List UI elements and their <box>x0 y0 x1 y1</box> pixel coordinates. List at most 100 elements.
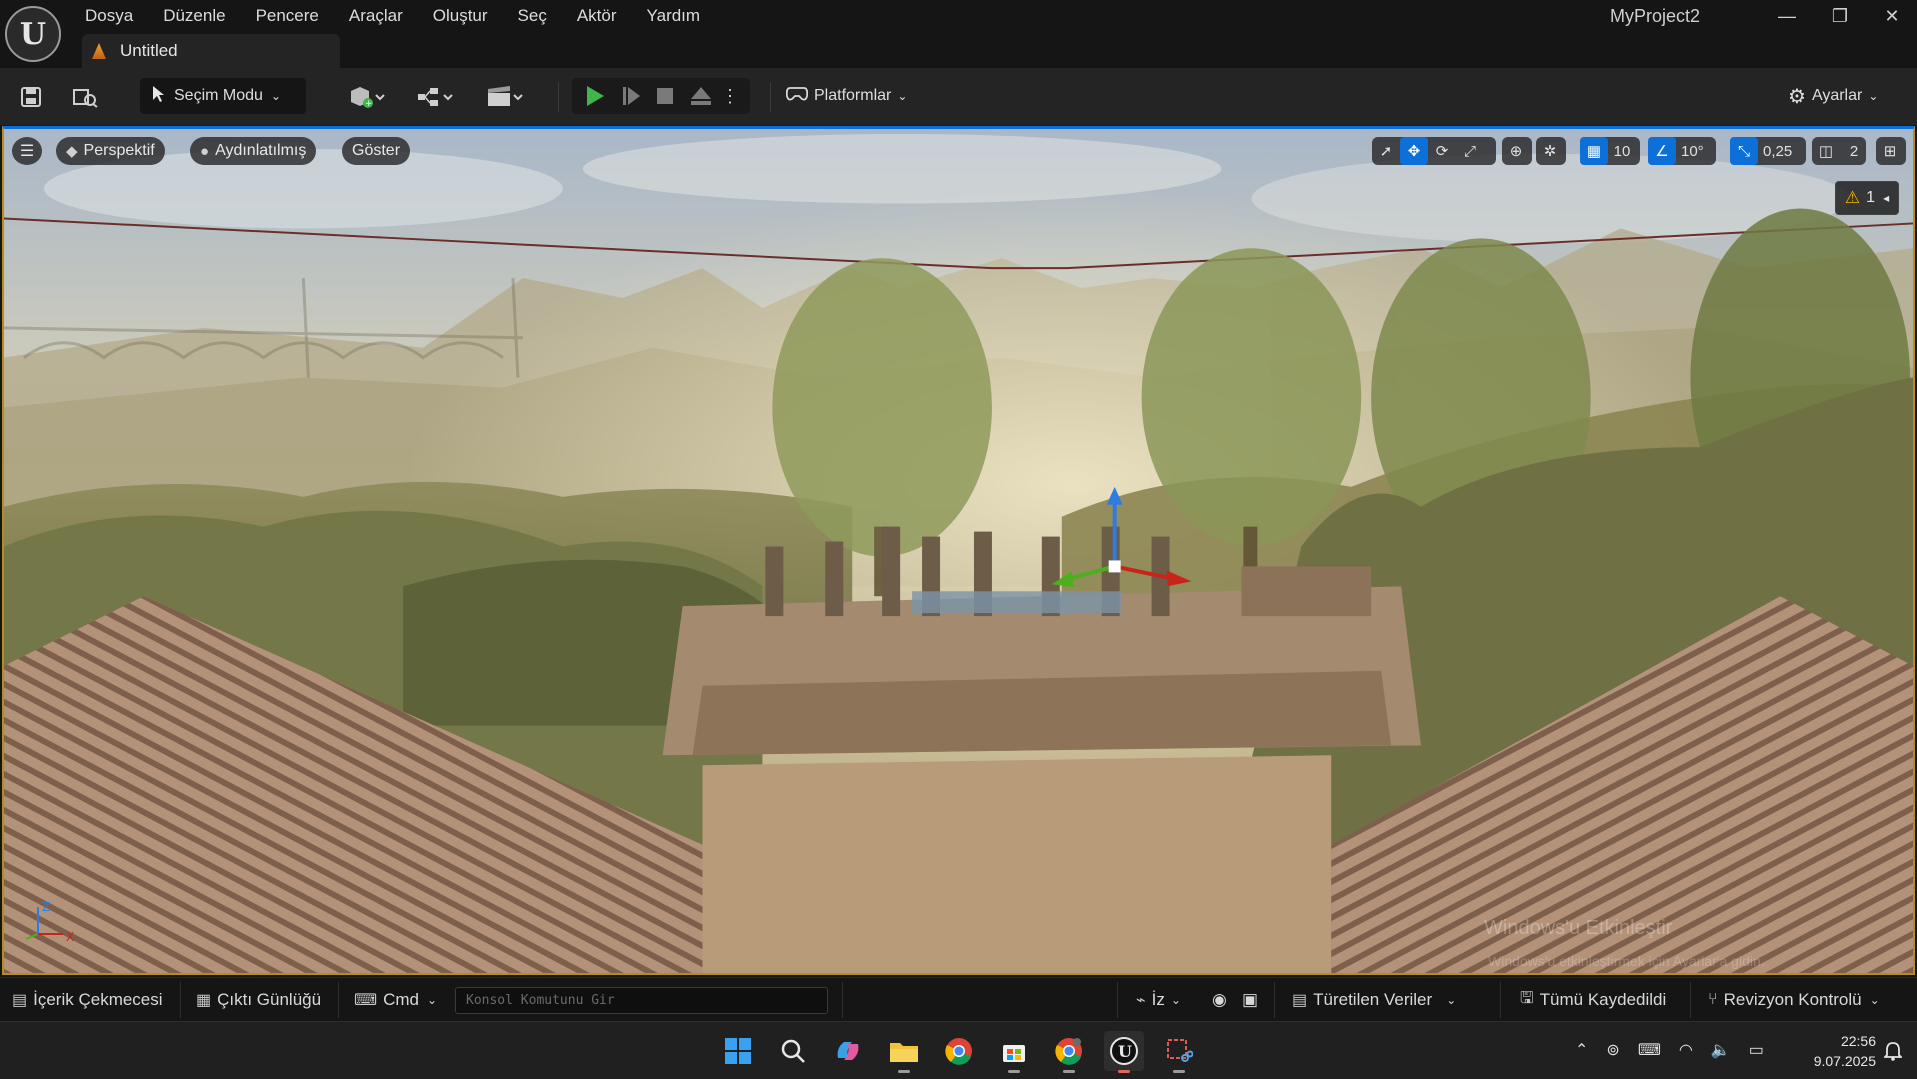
chevron-down-icon: ⌄ <box>1170 993 1181 1007</box>
microsoft-store-icon[interactable] <box>994 1031 1034 1073</box>
lit-sphere-icon: ● <box>200 142 210 160</box>
selection-mode-label: Seçim Modu <box>174 87 263 104</box>
show-button[interactable]: Göster <box>342 137 411 165</box>
level-viewport[interactable]: ☰ ◆ Perspektif ● Aydınlatılmış Göster ➚ … <box>2 126 1915 975</box>
rotate-tool-icon[interactable]: ⟳ <box>1428 137 1456 165</box>
play-icon[interactable] <box>580 81 610 111</box>
chrome-icon[interactable] <box>939 1031 979 1071</box>
chevron-down-icon: ⌄ <box>897 89 908 103</box>
scale-snap-value: 0,25 <box>1763 142 1793 160</box>
save-all-icon: 🖫 <box>1520 989 1534 1007</box>
cinematics-icon[interactable] <box>482 82 530 112</box>
title-bar: U Dosya Düzenle Pencere Araçlar Oluştur … <box>0 0 1917 68</box>
save-all-button[interactable]: 🖫 Tümü Kaydedildi <box>1520 978 1666 1022</box>
menu-item-actor[interactable]: Aktör <box>562 4 632 30</box>
derived-data-icon: ▤ <box>1292 992 1308 1009</box>
content-drawer-button[interactable]: ▤ İçerik Çekmecesi <box>12 978 163 1022</box>
settings-dropdown[interactable]: ⚙ Ayarlar ⌄ <box>1784 78 1882 114</box>
trace-dropdown[interactable]: ⌁ İz ⌄ <box>1136 978 1181 1022</box>
level-icon <box>92 43 106 59</box>
grid-icon: ▦ <box>1580 137 1608 165</box>
chevron-up-icon[interactable]: ⌃ <box>1575 1040 1588 1060</box>
lit-mode-label: Aydınlatılmış <box>215 142 307 159</box>
chevron-down-icon: ⌄ <box>270 89 281 103</box>
menu-item-tools[interactable]: Araçlar <box>334 4 418 30</box>
output-log-button[interactable]: ▦ Çıktı Günlüğü <box>196 978 321 1022</box>
perspective-label: Perspektif <box>83 142 155 159</box>
level-tab-label: Untitled <box>120 41 178 60</box>
scale-snap-group[interactable]: ⤡ 0,25 <box>1730 137 1806 165</box>
select-tool-icon[interactable]: ➚ <box>1372 137 1400 165</box>
menu-item-help[interactable]: Yardım <box>632 4 716 30</box>
maximize-viewport-button[interactable]: ⊞ <box>1876 137 1906 165</box>
file-explorer-icon[interactable] <box>884 1031 924 1073</box>
copilot-icon[interactable] <box>828 1031 868 1071</box>
close-button[interactable]: ✕ <box>1872 2 1912 30</box>
translate-tool-icon[interactable]: ✥ <box>1400 137 1428 165</box>
settings-label: Ayarlar <box>1811 87 1863 104</box>
search-icon[interactable] <box>773 1031 813 1071</box>
screenshot-button[interactable]: ▣ <box>1242 978 1258 1022</box>
grid-snap-group[interactable]: ▦ 10 <box>1580 137 1640 165</box>
revision-control-dropdown[interactable]: ⑂ Revizyon Kontrolü ⌄ <box>1708 978 1880 1022</box>
snipping-tool-icon[interactable] <box>1159 1031 1199 1073</box>
trace-icon: ⌁ <box>1136 992 1146 1009</box>
gamepad-icon <box>785 86 809 107</box>
wifi-icon[interactable]: ◠ <box>1679 1040 1693 1060</box>
warnings-badge[interactable]: ⚠ 1 ◂ <box>1835 181 1899 215</box>
platforms-dropdown[interactable]: Platformlar ⌄ <box>780 78 913 114</box>
play-controls: ⋮ <box>572 78 750 114</box>
status-bar: ▤ İçerik Çekmecesi ▦ Çıktı Günlüğü ⌨ Cmd… <box>0 977 1917 1021</box>
browse-content-icon[interactable] <box>70 82 100 112</box>
menu-item-select[interactable]: Seç <box>503 4 562 30</box>
keyboard-icon[interactable]: ⌨ <box>1638 1040 1661 1060</box>
main-menu: Dosya Düzenle Pencere Araçlar Oluştur Se… <box>70 4 715 30</box>
volume-icon[interactable]: 🔈 <box>1711 1040 1731 1060</box>
console-command-input[interactable]: Konsol Komutunu Gir <box>455 987 828 1014</box>
surface-snap-toggle[interactable]: ✲ <box>1536 137 1566 165</box>
lit-mode-button[interactable]: ● Aydınlatılmış <box>190 137 317 165</box>
scale-tool-icon[interactable]: ⤢ <box>1456 137 1484 165</box>
stop-icon[interactable] <box>650 81 680 111</box>
selection-mode-dropdown[interactable]: Seçim Modu ⌄ <box>140 78 306 114</box>
unreal-engine-taskbar-icon[interactable]: U <box>1104 1031 1144 1073</box>
add-actor-icon[interactable]: + <box>344 82 392 112</box>
activation-watermark-subtitle: Windows'u etkinleştirmek için Ayarlar'a … <box>1488 953 1765 969</box>
record-button[interactable]: ◉ <box>1212 978 1227 1022</box>
unreal-engine-logo-icon[interactable]: U <box>5 6 61 62</box>
rotation-snap-group[interactable]: ∠ 10° <box>1648 137 1716 165</box>
menu-item-window[interactable]: Pencere <box>241 4 334 30</box>
blueprint-icon[interactable] <box>412 82 460 112</box>
windows-start-icon[interactable] <box>718 1031 758 1071</box>
onedrive-icon[interactable]: ⊚ <box>1606 1040 1619 1060</box>
platforms-label: Platformlar <box>814 87 892 104</box>
derived-data-dropdown[interactable]: ▤ Türetilen Veriler ⌄ <box>1292 978 1456 1022</box>
menu-item-edit[interactable]: Düzenle <box>148 4 240 30</box>
perspective-button[interactable]: ◆ Perspektif <box>56 137 165 165</box>
chevron-left-icon: ◂ <box>1883 191 1890 205</box>
chrome-profile-icon[interactable] <box>1049 1031 1089 1073</box>
menu-item-build[interactable]: Oluştur <box>418 4 503 30</box>
chevron-down-icon: ⌄ <box>1446 993 1457 1007</box>
viewport-options-button[interactable]: ☰ <box>12 137 42 165</box>
clock[interactable]: 22:56 9.07.2025 <box>1796 1031 1876 1071</box>
transform-tools-group: ➚ ✥ ⟳ ⤢ <box>1372 137 1496 165</box>
battery-icon[interactable]: ▭ <box>1749 1040 1764 1060</box>
world-local-toggle[interactable]: ⊕ <box>1502 137 1532 165</box>
level-tab[interactable]: Untitled <box>82 34 340 68</box>
restore-button[interactable]: ❐ <box>1820 2 1860 30</box>
advance-frame-icon[interactable] <box>616 81 646 111</box>
save-icon[interactable] <box>16 82 46 112</box>
notifications-icon[interactable] <box>1878 1031 1908 1071</box>
content-drawer-icon: ▤ <box>12 992 28 1009</box>
trace-label: İz <box>1151 990 1165 1009</box>
camera-speed-group[interactable]: ◫ 2 <box>1812 137 1866 165</box>
cube-icon: ◆ <box>66 143 78 160</box>
eject-icon[interactable] <box>686 81 716 111</box>
menu-item-file[interactable]: Dosya <box>70 4 148 30</box>
scene-render[interactable] <box>4 129 1913 973</box>
cmd-dropdown[interactable]: ⌨ Cmd ⌄ <box>354 978 437 1022</box>
more-options-icon[interactable]: ⋮ <box>720 81 740 111</box>
axis-z-label: Z <box>42 900 50 914</box>
minimize-button[interactable]: — <box>1767 2 1807 30</box>
